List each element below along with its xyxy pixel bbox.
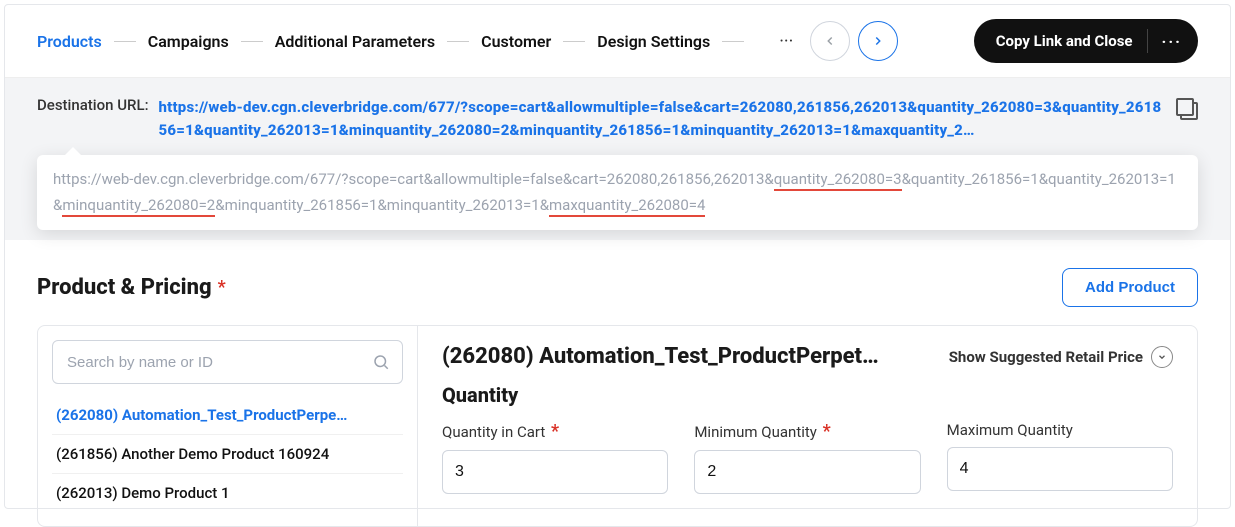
show-retail-price-button[interactable]: Show Suggested Retail Price	[949, 346, 1173, 368]
tab-separator	[114, 41, 136, 42]
minimum-quantity-label: Minimum Quantity *	[694, 421, 920, 442]
url-highlight-maxquantity: maxquantity_262080=4	[549, 196, 705, 217]
tab-products[interactable]: Products	[37, 26, 102, 57]
tab-customer[interactable]: Customer	[481, 26, 551, 57]
tab-separator	[563, 41, 585, 42]
minimum-quantity-input[interactable]	[694, 450, 920, 494]
more-options-icon[interactable]: ···	[1162, 32, 1182, 51]
maximum-quantity-input[interactable]	[947, 447, 1173, 491]
copy-link-close-label: Copy Link and Close	[996, 32, 1133, 50]
product-list-panel: (262080) Automation_Test_ProductPerpe… (…	[38, 326, 418, 526]
list-item[interactable]: (262080) Automation_Test_ProductPerpe…	[52, 396, 403, 435]
copy-icon[interactable]	[1176, 98, 1198, 120]
destination-url-label: Destination URL:	[37, 96, 149, 114]
quantity-in-cart-label: Quantity in Cart *	[442, 421, 668, 442]
copy-link-close-button[interactable]: Copy Link and Close ···	[974, 19, 1198, 63]
chevron-right-icon	[871, 34, 885, 48]
maximum-quantity-label: Maximum Quantity	[947, 421, 1173, 439]
tab-design-settings[interactable]: Design Settings	[597, 26, 710, 57]
destination-url-link[interactable]: https://web-dev.cgn.cleverbridge.com/677…	[159, 96, 1166, 141]
destination-url-tooltip: https://web-dev.cgn.cleverbridge.com/677…	[37, 155, 1198, 230]
tabs-prev-button[interactable]	[810, 21, 850, 61]
tabs-overflow-icon[interactable]: ···	[770, 25, 802, 57]
chevron-left-icon	[823, 34, 837, 48]
search-icon	[372, 353, 390, 371]
product-search[interactable]	[52, 340, 403, 384]
product-title: (262080) Automation_Test_ProductPerpet…	[442, 344, 929, 369]
url-highlight-minquantity: minquantity_262080=2	[62, 196, 215, 217]
quantity-in-cart-input[interactable]	[442, 450, 668, 494]
list-item[interactable]: (261856) Another Demo Product 160924	[52, 435, 403, 474]
show-retail-price-label: Show Suggested Retail Price	[949, 348, 1143, 366]
url-segment: https://web-dev.cgn.cleverbridge.com/677…	[53, 170, 774, 188]
destination-url-panel: Destination URL: https://web-dev.cgn.cle…	[5, 78, 1230, 240]
url-highlight-quantity: quantity_262080=3	[774, 170, 902, 191]
section-heading: Product & Pricing	[37, 275, 212, 300]
tab-separator	[722, 41, 744, 42]
button-divider	[1147, 29, 1148, 53]
tabs-next-button[interactable]	[858, 21, 898, 61]
url-segment: &minquantity_261856=1&minquantity_262013…	[215, 196, 549, 214]
list-item[interactable]: (262013) Demo Product 1	[52, 474, 403, 512]
tab-separator	[241, 41, 263, 42]
chevron-down-icon	[1151, 346, 1173, 368]
tab-bar: Products Campaigns Additional Parameters…	[5, 5, 1230, 78]
tab-additional-parameters[interactable]: Additional Parameters	[275, 26, 435, 57]
tab-campaigns[interactable]: Campaigns	[148, 26, 229, 57]
product-detail-panel: (262080) Automation_Test_ProductPerpet… …	[418, 326, 1197, 526]
tab-separator	[447, 41, 469, 42]
quantity-subsection-title: Quantity	[442, 383, 1173, 407]
add-product-button[interactable]: Add Product	[1062, 268, 1198, 307]
search-input[interactable]	[65, 353, 364, 372]
required-indicator: *	[218, 277, 226, 298]
